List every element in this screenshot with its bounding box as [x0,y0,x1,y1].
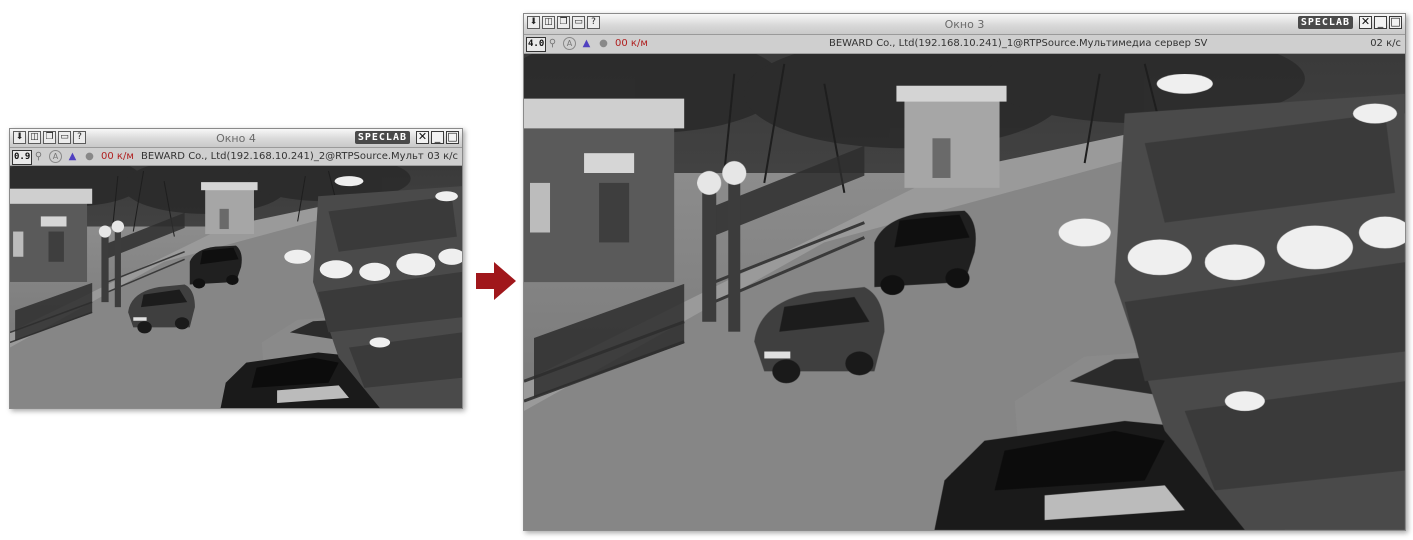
window-titlebar[interactable]: Окно 3 ⬇ ◫ ❐ ▭ ? SPECLAB ✕ _ □ [524,14,1405,35]
zoom-indicator[interactable]: 4.0 [526,37,547,52]
speed-readout: 00 к/м [615,38,648,49]
window-title: Окно 3 [944,17,985,31]
person-icon[interactable]: ▲ [580,37,593,50]
source-name: BEWARD Co., Ltd(192.168.10.241)_2@RTPSou… [141,151,424,162]
layout-icon[interactable]: ◫ [28,131,41,144]
auto-icon[interactable]: A [563,37,576,50]
close-icon[interactable]: ✕ [1359,16,1372,29]
minimize-icon[interactable]: _ [1374,16,1387,29]
camera-window-3[interactable]: Окно 3 ⬇ ◫ ❐ ▭ ? SPECLAB ✕ _ □ 4.0 ⚲ A ▲… [523,13,1406,531]
record-indicator-icon: ● [599,38,608,49]
speed-readout: 00 к/м [101,151,134,162]
arrow-right-icon [476,262,516,304]
camera-video-feed[interactable] [524,54,1405,530]
copy-icon[interactable]: ❐ [557,16,570,29]
source-name: BEWARD Co., Ltd(192.168.10.241)_1@RTPSou… [829,38,1208,49]
auto-icon[interactable]: A [49,150,62,163]
record-indicator-icon: ● [85,151,94,162]
copy-icon[interactable]: ❐ [43,131,56,144]
help-icon[interactable]: ? [587,16,600,29]
monitor-icon[interactable]: ▭ [572,16,585,29]
camera-statusbar: 0.9 ⚲ A ▲ ● 00 к/м BEWARD Co., Ltd(192.1… [10,148,462,166]
search-icon[interactable]: ⚲ [32,150,45,163]
maximize-icon[interactable]: □ [446,131,459,144]
fps-readout: 02 к/с [1370,38,1401,49]
download-icon[interactable]: ⬇ [13,131,26,144]
camera-statusbar: 4.0 ⚲ A ▲ ● 00 к/м BEWARD Co., Ltd(192.1… [524,35,1405,54]
camera-video-feed[interactable] [10,166,462,408]
speclab-logo: SPECLAB [1297,16,1353,29]
fps-readout: 03 к/с [427,151,458,162]
window-controls: ✕ _ □ [416,131,459,144]
person-icon[interactable]: ▲ [66,150,79,163]
download-icon[interactable]: ⬇ [527,16,540,29]
maximize-icon[interactable]: □ [1389,16,1402,29]
layout-icon[interactable]: ◫ [542,16,555,29]
search-icon[interactable]: ⚲ [546,37,559,50]
window-titlebar[interactable]: Окно 4 ⬇ ◫ ❐ ▭ ? SPECLAB ✕ _ □ [10,129,462,148]
window-controls: ✕ _ □ [1359,16,1402,29]
camera-window-4[interactable]: Окно 4 ⬇ ◫ ❐ ▭ ? SPECLAB ✕ _ □ 0.9 ⚲ A ▲… [9,128,463,409]
monitor-icon[interactable]: ▭ [58,131,71,144]
window-toolbar: ⬇ ◫ ❐ ▭ ? [13,131,86,144]
speclab-logo: SPECLAB [354,131,410,144]
zoom-indicator[interactable]: 0.9 [12,150,33,165]
help-icon[interactable]: ? [73,131,86,144]
close-icon[interactable]: ✕ [416,131,429,144]
window-toolbar: ⬇ ◫ ❐ ▭ ? [527,16,600,29]
minimize-icon[interactable]: _ [431,131,444,144]
